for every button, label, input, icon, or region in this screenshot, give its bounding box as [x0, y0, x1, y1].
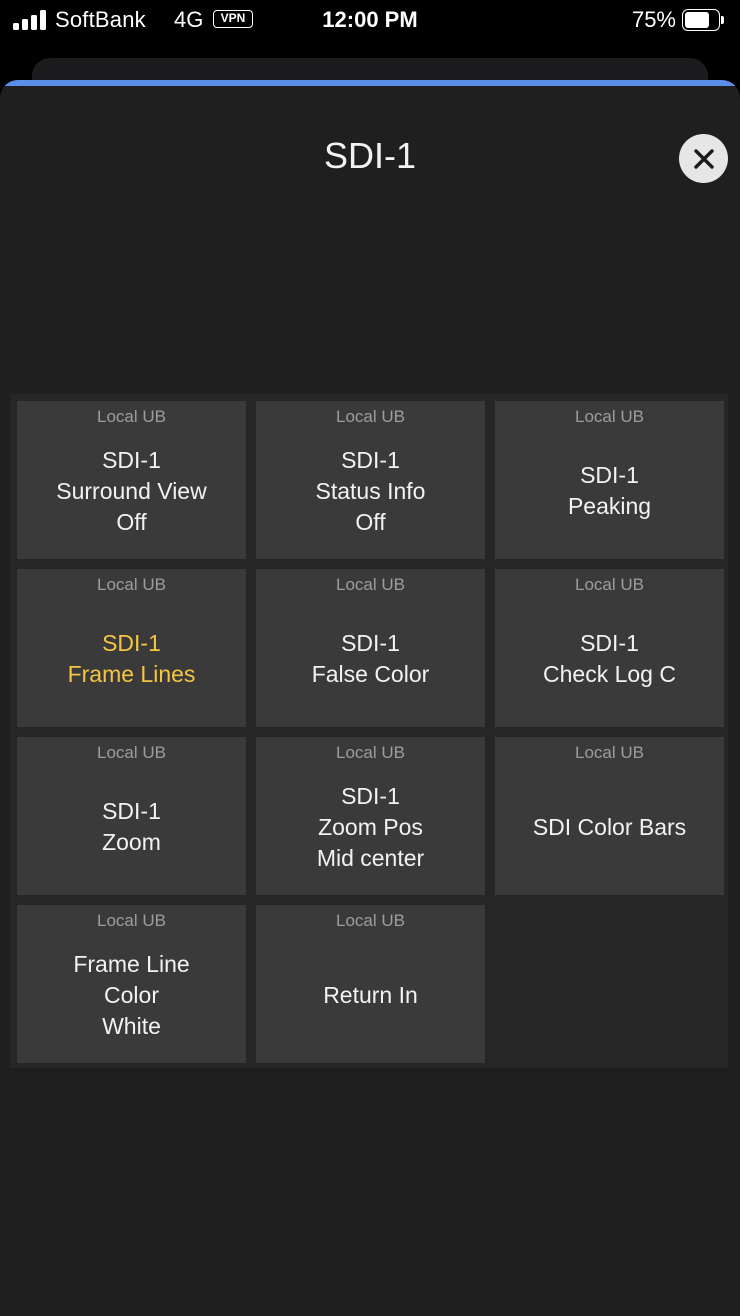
- tile-label-line: Peaking: [567, 493, 652, 519]
- tile-label: SDI-1 Zoom: [17, 765, 246, 889]
- tile-header: Local UB: [575, 575, 644, 594]
- command-tile[interactable]: Local UB SDI-1 Peaking: [495, 401, 724, 559]
- tile-label: Return In: [256, 933, 485, 1057]
- tile-header: Local UB: [97, 575, 166, 594]
- tile-label-line: Status Info: [315, 477, 426, 504]
- tile-header: Local UB: [97, 911, 166, 930]
- sheet-title: SDI-1: [323, 135, 417, 176]
- tile-label: SDI-1 False Color: [256, 597, 485, 721]
- tile-label-line: SDI-1: [341, 782, 400, 809]
- status-bar: SoftBank 4G VPN 12:00 PM 75%: [0, 0, 740, 42]
- tile-header: Local UB: [336, 743, 405, 762]
- tile-header: Local UB: [97, 407, 166, 426]
- command-tile[interactable]: Local UB SDI-1 Zoom Pos Mid center: [256, 737, 485, 895]
- tile-label-line: Frame Line: [73, 950, 190, 977]
- network-type: 4G: [174, 7, 204, 32]
- tile-label-line: White: [102, 1012, 161, 1039]
- command-tile[interactable]: Local UB SDI-1 Status Info Off: [256, 401, 485, 559]
- tile-header: Local UB: [97, 743, 166, 762]
- tile-header: Local UB: [336, 575, 405, 594]
- command-tile[interactable]: Local UB Return In: [256, 905, 485, 1063]
- sheet-accent-bar: [0, 80, 740, 86]
- command-tile[interactable]: Local UB SDI-1 Frame Lines: [17, 569, 246, 727]
- modal-sheet: SDI-1 Local UB SDI-1 Surround View Off Local…: [0, 80, 740, 1316]
- tile-label-line: Off: [355, 508, 386, 535]
- tile-label-line: SDI-1: [341, 446, 400, 473]
- tile-label-line: Mid center: [316, 844, 425, 871]
- tile-label-line: Color: [104, 981, 159, 1008]
- tile-label-line: SDI Color Bars: [532, 813, 687, 840]
- tile-label-line: SDI-1: [341, 630, 400, 656]
- command-tile[interactable]: Local UB SDI-1 Surround View Off: [17, 401, 246, 559]
- tile-label: SDI-1 Check Log C: [495, 597, 724, 721]
- tile-label: SDI Color Bars: [495, 765, 724, 889]
- command-tile[interactable]: Local UB SDI-1 Zoom: [17, 737, 246, 895]
- command-tile[interactable]: Local UB Frame Line Color White: [17, 905, 246, 1063]
- battery-percentage: 75%: [631, 7, 676, 32]
- command-tile[interactable]: Local UB SDI Color Bars: [495, 737, 724, 895]
- tile-label-line: Off: [116, 508, 147, 535]
- battery-icon: [682, 9, 724, 31]
- close-button[interactable]: [679, 134, 728, 183]
- tile-label: SDI-1 Frame Lines: [17, 597, 246, 721]
- tile-label-line: SDI-1: [102, 798, 161, 824]
- tile-label: SDI-1 Surround View Off: [17, 429, 246, 553]
- command-grid: Local UB SDI-1 Surround View Off Local UB SDI…: [10, 394, 728, 1068]
- tile-label-line: Return In: [323, 981, 418, 1008]
- tile-label: SDI-1 Peaking: [495, 429, 724, 553]
- status-time: 12:00 PM: [322, 7, 418, 32]
- cellular-signal-icon: [13, 10, 47, 30]
- carrier-name: SoftBank: [55, 7, 146, 32]
- tile-header: Local UB: [575, 743, 644, 762]
- tile-header: Local UB: [575, 407, 644, 426]
- vpn-badge: VPN: [213, 10, 253, 28]
- tile-label-line: Surround View: [56, 477, 207, 504]
- tile-label-line: Zoom: [102, 829, 161, 855]
- tile-label-line: SDI-1: [580, 462, 639, 488]
- tile-header: Local UB: [336, 407, 405, 426]
- tile-label: SDI-1 Status Info Off: [256, 429, 485, 553]
- tile-label-line: Check Log C: [543, 661, 676, 687]
- tile-label-line: SDI-1: [102, 446, 161, 473]
- tile-label-line: SDI-1: [580, 630, 639, 656]
- tile-header: Local UB: [336, 911, 405, 930]
- tile-label: Frame Line Color White: [17, 933, 246, 1057]
- tile-label: SDI-1 Zoom Pos Mid center: [256, 765, 485, 889]
- command-tile[interactable]: Local UB SDI-1 False Color: [256, 569, 485, 727]
- close-icon: [693, 148, 714, 169]
- tile-label-line: False Color: [311, 661, 430, 687]
- battery-level-fill: [685, 12, 709, 28]
- tile-label-line: Zoom Pos: [318, 813, 423, 840]
- command-tile[interactable]: Local UB SDI-1 Check Log C: [495, 569, 724, 727]
- tile-label-line: Frame Lines: [67, 661, 196, 687]
- tile-label-line: SDI-1: [102, 630, 161, 656]
